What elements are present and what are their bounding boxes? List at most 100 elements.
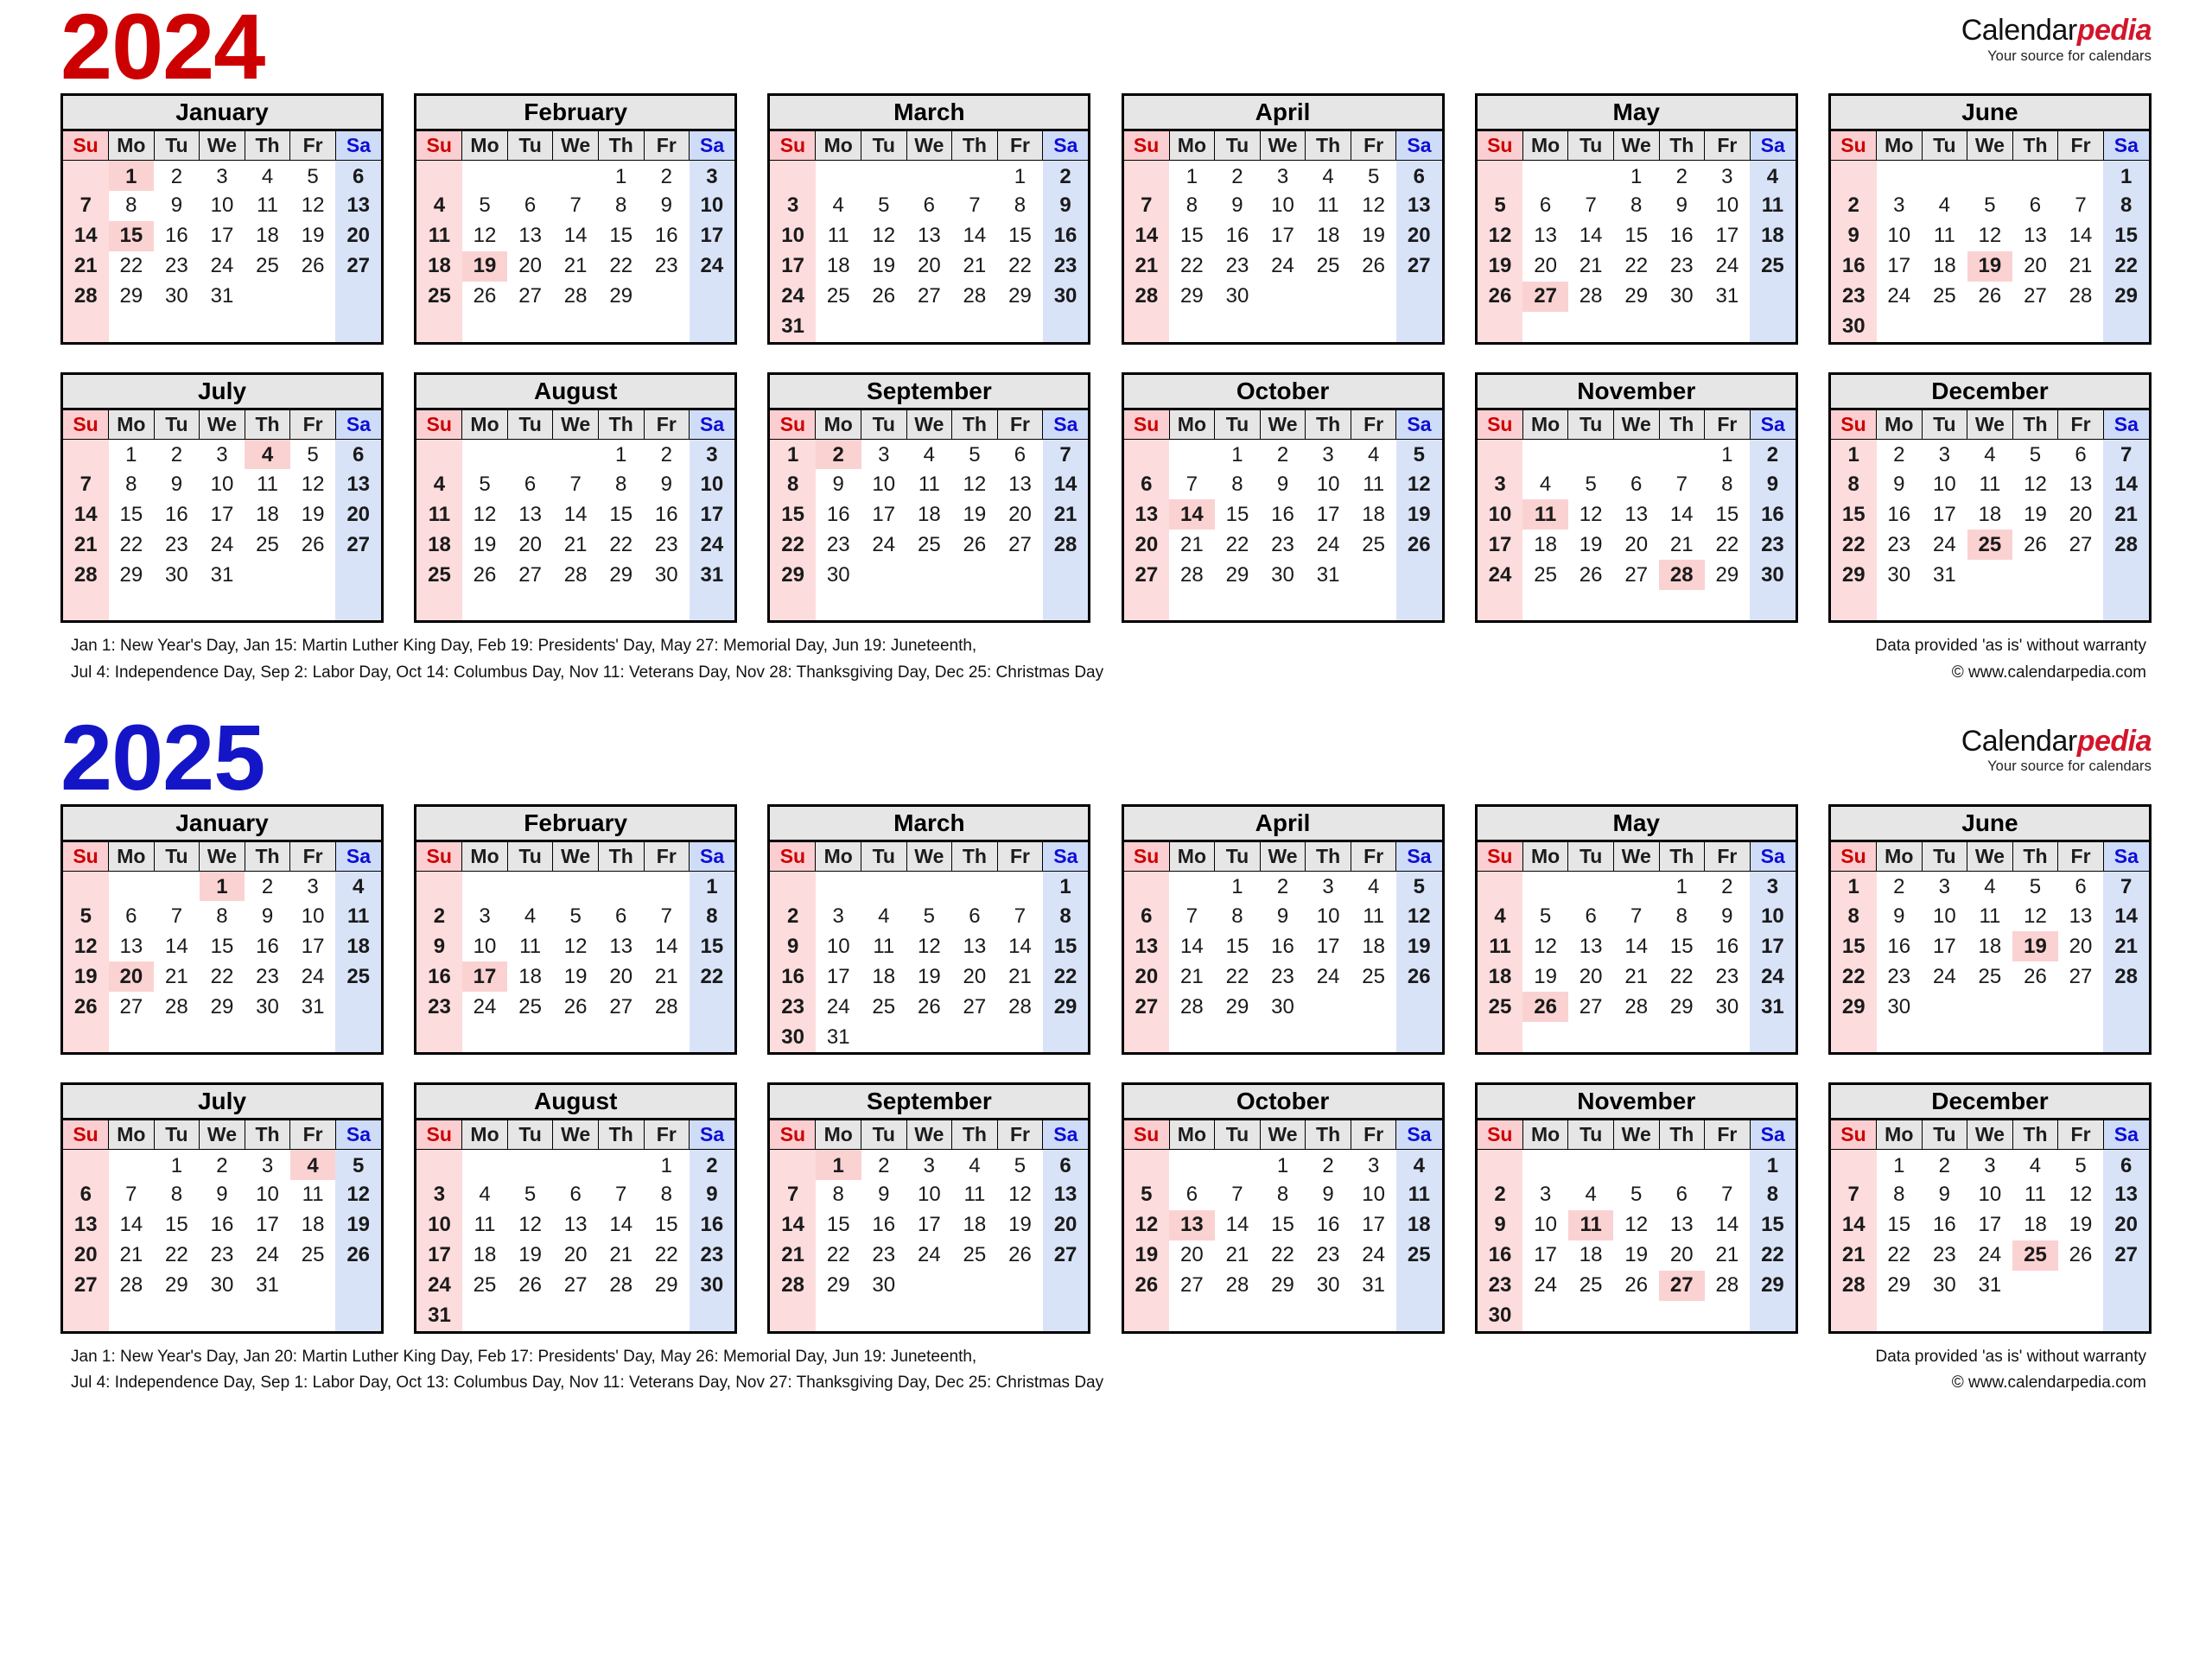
day-cell[interactable]: 5 <box>2012 439 2058 469</box>
day-cell[interactable]: 13 <box>952 931 998 961</box>
day-cell[interactable]: 16 <box>689 1209 735 1240</box>
day-cell[interactable]: 15 <box>2103 220 2149 251</box>
day-cell[interactable]: 19 <box>462 530 508 560</box>
day-cell[interactable]: 9 <box>644 469 690 499</box>
day-cell[interactable]: 11 <box>1351 469 1396 499</box>
day-cell[interactable]: 5 <box>1613 1180 1659 1210</box>
day-cell[interactable]: 5 <box>952 439 998 469</box>
day-cell[interactable]: 9 <box>1922 1180 1967 1210</box>
day-cell[interactable]: 27 <box>598 992 644 1022</box>
day-cell[interactable]: 5 <box>2012 871 2058 901</box>
day-cell[interactable]: 15 <box>1613 221 1659 251</box>
day-cell[interactable]: 9 <box>861 1180 907 1210</box>
day-cell[interactable]: 14 <box>1705 1210 1751 1240</box>
day-cell[interactable]: 22 <box>644 1240 690 1271</box>
day-cell[interactable]: 14 <box>1123 220 1170 251</box>
day-cell[interactable]: 28 <box>997 992 1043 1022</box>
day-cell[interactable]: 13 <box>997 469 1043 499</box>
day-cell[interactable]: 22 <box>816 1240 861 1271</box>
day-cell[interactable]: 16 <box>1922 1210 1967 1240</box>
day-cell[interactable]: 31 <box>689 560 735 591</box>
day-cell[interactable]: 27 <box>952 992 998 1022</box>
day-cell[interactable]: 26 <box>1477 281 1523 312</box>
day-cell[interactable]: 23 <box>1750 530 1796 561</box>
day-cell[interactable]: 23 <box>1260 530 1306 560</box>
day-cell[interactable]: 28 <box>553 282 599 312</box>
day-cell[interactable]: 29 <box>598 282 644 312</box>
day-cell[interactable]: 3 <box>906 1150 952 1180</box>
day-cell[interactable]: 17 <box>770 251 816 282</box>
day-cell[interactable]: 13 <box>109 931 155 961</box>
day-cell[interactable]: 10 <box>816 931 861 961</box>
day-cell[interactable]: 11 <box>816 221 861 251</box>
day-cell[interactable]: 24 <box>245 1240 290 1271</box>
day-cell[interactable]: 10 <box>462 931 508 961</box>
day-cell[interactable]: 5 <box>462 191 508 221</box>
day-cell[interactable]: 5 <box>290 161 336 191</box>
day-cell[interactable]: 19 <box>906 961 952 992</box>
day-cell[interactable]: 3 <box>1967 1150 2013 1180</box>
day-cell[interactable]: 6 <box>553 1180 599 1210</box>
day-cell[interactable]: 11 <box>335 901 381 932</box>
day-cell[interactable]: 6 <box>1395 160 1442 191</box>
day-cell[interactable]: 8 <box>770 469 816 500</box>
day-cell[interactable]: 22 <box>2103 251 2149 282</box>
day-cell[interactable]: 27 <box>906 282 952 312</box>
day-cell[interactable]: 20 <box>1169 1240 1215 1271</box>
day-cell[interactable]: 12 <box>2012 901 2058 931</box>
day-cell[interactable]: 15 <box>1750 1209 1796 1240</box>
day-cell[interactable]: 7 <box>1568 191 1614 221</box>
day-cell[interactable]: 11 <box>507 931 553 961</box>
day-cell[interactable]: 2 <box>1260 439 1306 469</box>
day-cell[interactable]: 12 <box>1123 1209 1170 1240</box>
day-cell[interactable]: 8 <box>1215 901 1261 931</box>
day-cell[interactable]: 17 <box>1477 530 1523 561</box>
day-cell[interactable]: 3 <box>1922 439 1967 469</box>
day-cell[interactable]: 26 <box>1522 992 1568 1023</box>
day-cell[interactable]: 30 <box>154 560 200 590</box>
day-cell[interactable]: 12 <box>906 931 952 961</box>
day-cell[interactable]: 19 <box>63 961 109 993</box>
day-cell[interactable]: 14 <box>1830 1209 1877 1240</box>
day-cell[interactable]: 1 <box>598 439 644 469</box>
day-cell[interactable]: 16 <box>245 931 290 961</box>
day-cell[interactable]: 8 <box>1260 1180 1306 1210</box>
day-cell[interactable]: 16 <box>1260 931 1306 961</box>
day-cell[interactable]: 1 <box>1659 871 1705 901</box>
day-cell[interactable]: 6 <box>952 901 998 931</box>
day-cell[interactable]: 23 <box>1830 281 1877 312</box>
day-cell[interactable]: 16 <box>816 499 861 530</box>
day-cell[interactable]: 26 <box>290 530 336 560</box>
day-cell[interactable]: 27 <box>335 530 381 561</box>
day-cell[interactable]: 22 <box>598 530 644 560</box>
day-cell[interactable]: 2 <box>1750 439 1796 470</box>
day-cell[interactable]: 15 <box>1830 931 1877 962</box>
day-cell[interactable]: 18 <box>906 499 952 530</box>
day-cell[interactable]: 23 <box>154 530 200 560</box>
day-cell[interactable]: 24 <box>1522 1271 1568 1301</box>
day-cell[interactable]: 17 <box>200 221 245 251</box>
day-cell[interactable]: 16 <box>154 499 200 530</box>
day-cell[interactable]: 11 <box>462 1210 508 1240</box>
day-cell[interactable]: 25 <box>2012 1240 2058 1271</box>
day-cell[interactable]: 27 <box>1522 281 1568 312</box>
day-cell[interactable]: 21 <box>2058 251 2104 282</box>
day-cell[interactable]: 28 <box>644 992 690 1022</box>
day-cell[interactable]: 27 <box>1042 1240 1089 1271</box>
day-cell[interactable]: 16 <box>1215 221 1261 251</box>
day-cell[interactable]: 8 <box>1830 901 1877 932</box>
day-cell[interactable]: 18 <box>245 221 290 251</box>
day-cell[interactable]: 4 <box>1922 191 1967 221</box>
day-cell[interactable]: 19 <box>1351 221 1396 251</box>
day-cell[interactable]: 11 <box>952 1180 998 1210</box>
day-cell[interactable]: 29 <box>1260 1271 1306 1301</box>
day-cell[interactable]: 5 <box>335 1149 381 1180</box>
day-cell[interactable]: 3 <box>1750 871 1796 902</box>
day-cell[interactable]: 19 <box>2012 931 2058 962</box>
day-cell[interactable]: 7 <box>598 1180 644 1210</box>
day-cell[interactable]: 19 <box>952 499 998 530</box>
day-cell[interactable]: 5 <box>63 901 109 932</box>
day-cell[interactable]: 7 <box>553 191 599 221</box>
day-cell[interactable]: 10 <box>1522 1210 1568 1240</box>
day-cell[interactable]: 17 <box>689 220 735 251</box>
